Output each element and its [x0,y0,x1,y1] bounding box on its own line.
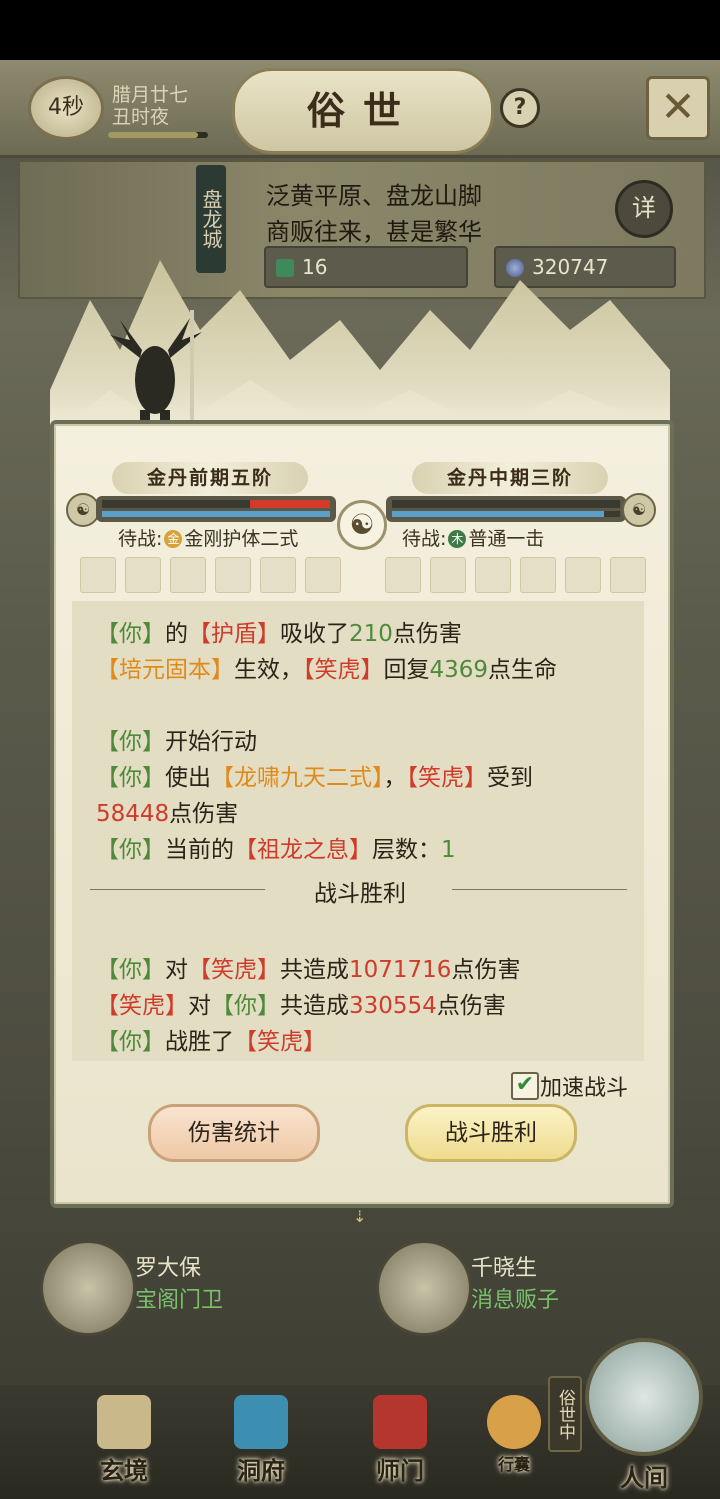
battle-log-line: 【培元固本】生效，【笑虎】回复4369点生命 [96,657,558,683]
nav-item-renjian[interactable]: 人间 [580,1338,708,1492]
enemy-realm-label: 金丹中期三阶 [412,462,608,494]
battle-log-line: 【你】当前的【祖龙之息】层数：1 [96,837,456,863]
enemy-mp-fill [392,511,605,517]
victory-confirm-button[interactable]: 战斗胜利 [405,1104,577,1162]
player-emblem-icon: ☯ [66,493,100,527]
battle-log-line: 【笑虎】对【你】共造成330554点伤害 [96,993,506,1019]
avatar [376,1240,472,1336]
player-status-bars [96,496,336,522]
nav-label: 行囊 [497,1455,530,1474]
divider [90,889,265,890]
npc-card[interactable]: 千晓生 消息贩子 [376,1240,676,1340]
metal-element-icon: 金 [164,530,183,548]
battle-log-line: 【你】的【护盾】吸收了210点伤害 [96,621,462,647]
cave-residence-icon [234,1395,288,1449]
skill-slot [170,557,206,593]
time-of-day: 丑时夜 [112,106,170,128]
city-description-line1: 泛黄平原、盘龙山脚 [266,182,482,210]
player-skill-name: 金刚护体二式 [184,528,299,550]
yin-yang-icon: ☯ [337,500,387,550]
avatar [40,1240,136,1336]
nav-label: 玄境 [100,1456,148,1485]
damage-stats-button[interactable]: 伤害统计 [148,1104,320,1162]
speed-up-label[interactable]: 加速战斗 [540,1070,628,1102]
battle-log-line: 【你】对【笑虎】共造成1071716点伤害 [96,957,521,983]
enemy-ready-skill: 待战: 木普通一击 [402,524,544,551]
ready-prefix: 待战: [402,528,447,550]
skill-slot [260,557,296,593]
player-realm-label: 金丹前期五阶 [112,462,308,494]
skill-slot [385,557,421,593]
battle-log-line: 58448点伤害 [96,801,239,827]
wood-element-icon: 木 [448,530,467,548]
skill-slot [520,557,556,593]
ready-prefix: 待战: [118,528,163,550]
npc-role: 宝阁门卫 [135,1288,224,1313]
speed-up-checkbox[interactable]: ✔ [511,1072,539,1100]
page-title: 俗世 [232,68,494,154]
nav-label: 人间 [620,1463,668,1492]
world-status-badge: 俗世中 [548,1376,582,1452]
skill-slot [475,557,511,593]
player-hp-fill [250,500,330,508]
enemy-emblem-icon: ☯ [622,493,656,527]
scroll-icon [97,1395,151,1449]
nav-label: 洞府 [237,1456,285,1485]
panel-handle-icon: ⇣ [353,1207,367,1226]
time-progress-bar [108,132,208,138]
skill-slot [305,557,341,593]
skill-slot [215,557,251,593]
nav-item-dongfu[interactable]: 洞府 [213,1395,309,1489]
player-mp-fill [102,511,330,517]
skill-slot [125,557,161,593]
npc-role: 消息贩子 [471,1288,560,1313]
divider [452,889,627,890]
world-globe-icon [585,1338,703,1456]
enemy-status-bars [386,496,626,522]
battle-victory-heading: 战斗胜利 [314,881,406,907]
npc-card[interactable]: 罗大保 宝阁门卫 [40,1240,340,1340]
battle-log-line: 【你】战胜了【笑虎】 [96,1029,326,1055]
bag-icon [487,1395,541,1449]
time-progress-fill [108,132,198,138]
battle-log-line: 【你】使出【龙啸九天二式】，【笑虎】受到 [96,765,533,791]
city-detail-button[interactable]: 详 [615,180,673,238]
npc-name: 罗大保 [135,1256,202,1281]
sect-banner-icon [373,1395,427,1449]
skill-slot [565,557,601,593]
skill-slot [430,557,466,593]
battle-log-line: 【你】开始行动 [96,729,257,755]
countdown-timer: 4秒 [28,76,104,140]
npc-name: 千晓生 [471,1256,538,1281]
question-icon[interactable]: ? [500,88,540,128]
nav-label: 师门 [376,1456,424,1485]
close-icon[interactable]: ✕ [646,76,710,140]
skill-slot [80,557,116,593]
nav-item-shimen[interactable]: 师门 [352,1395,448,1489]
player-ready-skill: 待战: 金金刚护体二式 [118,524,298,551]
nav-item-xuanjing[interactable]: 玄境 [76,1395,172,1489]
enemy-skill-name: 普通一击 [468,528,545,550]
skill-slot [610,557,646,593]
